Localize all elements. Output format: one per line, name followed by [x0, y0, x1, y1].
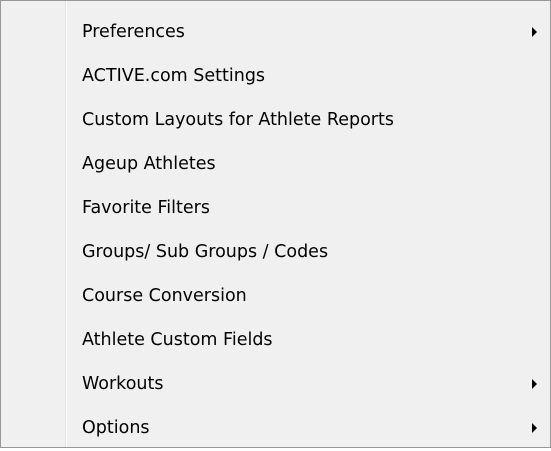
- context-menu: Preferences ACTIVE.com Settings Custom L…: [0, 0, 551, 448]
- menu-item-custom-layouts[interactable]: Custom Layouts for Athlete Reports: [1, 99, 550, 143]
- menu-item-label: Athlete Custom Fields: [82, 330, 273, 350]
- menu-item-label: ACTIVE.com Settings: [82, 66, 266, 86]
- menu-item-active-com-settings[interactable]: ACTIVE.com Settings: [1, 55, 550, 99]
- chevron-right-icon: [532, 423, 537, 433]
- menu-item-favorite-filters[interactable]: Favorite Filters: [1, 187, 550, 231]
- chevron-right-icon: [532, 27, 537, 37]
- menu-item-workouts[interactable]: Workouts: [1, 363, 550, 407]
- menu-item-athlete-custom-fields[interactable]: Athlete Custom Fields: [1, 319, 550, 363]
- menu-item-label: Course Conversion: [82, 286, 247, 306]
- menu-item-options[interactable]: Options: [1, 407, 550, 451]
- menu-item-ageup-athletes[interactable]: Ageup Athletes: [1, 143, 550, 187]
- menu-item-course-conversion[interactable]: Course Conversion: [1, 275, 550, 319]
- menu-item-label: Workouts: [82, 374, 164, 394]
- menu-item-groups-codes[interactable]: Groups/ Sub Groups / Codes: [1, 231, 550, 275]
- menu-item-label: Groups/ Sub Groups / Codes: [82, 242, 329, 262]
- menu-items: Preferences ACTIVE.com Settings Custom L…: [1, 11, 550, 451]
- chevron-right-icon: [532, 379, 537, 389]
- menu-item-label: Preferences: [82, 22, 185, 42]
- menu-item-preferences[interactable]: Preferences: [1, 11, 550, 55]
- menu-item-label: Ageup Athletes: [82, 154, 216, 174]
- menu-item-label: Favorite Filters: [82, 198, 210, 218]
- menu-item-label: Custom Layouts for Athlete Reports: [82, 110, 394, 130]
- menu-item-label: Options: [82, 418, 150, 438]
